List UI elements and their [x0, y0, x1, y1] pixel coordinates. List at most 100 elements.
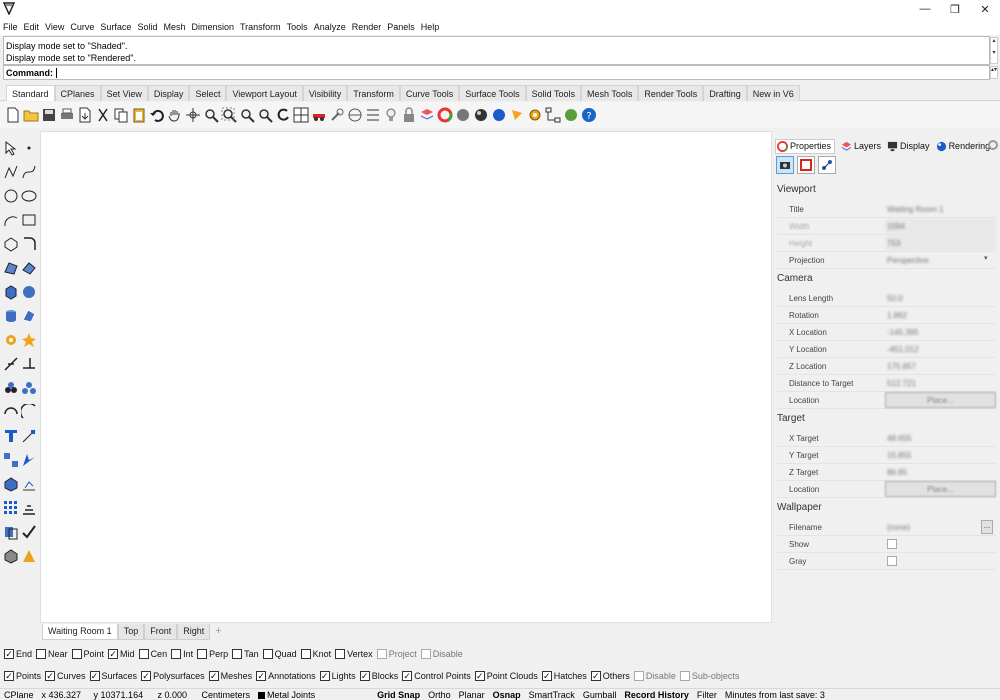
zoom-extents-icon[interactable]: [239, 107, 255, 123]
osnap-project[interactable]: Project: [376, 649, 417, 659]
prop-value-rotation[interactable]: 1.862: [885, 307, 996, 323]
gray-checkbox[interactable]: [887, 556, 897, 566]
filter-blocks[interactable]: ✓ Blocks: [359, 671, 398, 681]
array-icon[interactable]: [3, 452, 19, 468]
point-icon[interactable]: [21, 140, 37, 156]
tab-curve-tools[interactable]: Curve Tools: [399, 85, 460, 101]
osnap-checkbox[interactable]: [197, 649, 208, 659]
prop-row-y-location[interactable]: Y Location -451.012: [777, 341, 996, 358]
filter-point-clouds[interactable]: ✓ Point Clouds: [474, 671, 538, 681]
osnap-near[interactable]: Near: [36, 649, 68, 659]
fillet-curve-icon[interactable]: [21, 236, 37, 252]
osnap-checkbox[interactable]: [138, 649, 149, 659]
panel-tab-rendering[interactable]: Rendering: [936, 141, 990, 152]
prop-row-z-location[interactable]: Z Location 175.657: [777, 358, 996, 375]
prop-value-lens[interactable]: 50.0: [885, 290, 996, 306]
surface-icon[interactable]: [3, 260, 19, 276]
panel-tab-display[interactable]: Display: [887, 141, 930, 152]
show-checkbox[interactable]: [887, 539, 897, 549]
add-viewport-button[interactable]: +: [210, 624, 226, 640]
help-icon[interactable]: ?: [581, 107, 597, 123]
prop-value-z-location[interactable]: 175.657: [885, 358, 996, 374]
filter-checkbox[interactable]: ✓: [256, 671, 267, 681]
solid-edit-icon[interactable]: [3, 548, 19, 564]
menu-view[interactable]: View: [45, 22, 64, 32]
prop-value-filename[interactable]: (none): [885, 519, 981, 535]
ellipse-icon[interactable]: [21, 188, 37, 204]
prop-value-y-location[interactable]: -451.012: [885, 341, 996, 357]
new-file-icon[interactable]: [5, 107, 21, 123]
osnap-vertex[interactable]: Vertex: [335, 649, 373, 659]
osnap-perp[interactable]: Perp: [197, 649, 228, 659]
undo-icon[interactable]: [149, 107, 165, 123]
prop-value-distance[interactable]: 512.721: [885, 375, 996, 391]
gumball-toggle[interactable]: Gumball: [579, 690, 621, 700]
filter-checkbox[interactable]: ✓: [319, 671, 330, 681]
filter-surfaces[interactable]: ✓ Surfaces: [89, 671, 137, 681]
prop-row-gray[interactable]: Gray: [777, 553, 996, 570]
viewport[interactable]: [40, 131, 772, 623]
filter-others[interactable]: ✓ Others: [590, 671, 630, 681]
block-icon[interactable]: [21, 380, 37, 396]
car-icon[interactable]: [311, 107, 327, 123]
gear-settings-icon[interactable]: [527, 107, 543, 123]
copy-icon[interactable]: [113, 107, 129, 123]
prop-value-title[interactable]: Waiting Room 1: [885, 201, 996, 217]
wallpaper-properties-button[interactable]: [797, 156, 815, 174]
filter-annotations[interactable]: ✓ Annotations: [256, 671, 316, 681]
blue-sphere-icon[interactable]: [491, 107, 507, 123]
rotate-icon[interactable]: [3, 404, 19, 420]
curve-icon[interactable]: [21, 164, 37, 180]
status-layer[interactable]: Metal Joints: [254, 690, 319, 700]
osnap-point[interactable]: Point: [71, 649, 104, 659]
osnap-checkbox[interactable]: [232, 649, 243, 659]
panel-tab-properties[interactable]: Properties: [775, 138, 836, 154]
boolean-icon[interactable]: [3, 476, 19, 492]
menu-analyze[interactable]: Analyze: [314, 22, 346, 32]
tab-standard[interactable]: Standard: [6, 85, 55, 101]
align-icon[interactable]: [21, 500, 37, 516]
filter-checkbox[interactable]: [633, 671, 644, 681]
osnap-checkbox[interactable]: ✓: [4, 649, 14, 659]
tab-surface-tools[interactable]: Surface Tools: [459, 85, 526, 101]
lock-icon[interactable]: [401, 107, 417, 123]
gear-mesh-icon[interactable]: [3, 332, 19, 348]
menu-solid[interactable]: Solid: [137, 22, 157, 32]
prop-row-title[interactable]: Title Waiting Room 1: [777, 201, 996, 218]
planar-toggle[interactable]: Planar: [455, 690, 489, 700]
prop-value-z-target[interactable]: 86.85: [885, 464, 996, 480]
globe-icon[interactable]: [563, 107, 579, 123]
tab-viewport-layout[interactable]: Viewport Layout: [226, 85, 303, 101]
tab-solid-tools[interactable]: Solid Tools: [525, 85, 581, 101]
filter-checkbox[interactable]: ✓: [45, 671, 56, 681]
osnap-checkbox[interactable]: [300, 649, 311, 659]
prop-row-y-target[interactable]: Y Target 15.855: [777, 447, 996, 464]
import-icon[interactable]: [77, 107, 93, 123]
pan-hand-icon[interactable]: [167, 107, 183, 123]
filter-checkbox[interactable]: ✓: [89, 671, 100, 681]
osnap-mid[interactable]: ✓ Mid: [108, 649, 135, 659]
osnap-checkbox[interactable]: [262, 649, 273, 659]
osnap-checkbox[interactable]: ✓: [108, 649, 119, 659]
circle-icon[interactable]: [3, 188, 19, 204]
osnap-checkbox[interactable]: [171, 649, 182, 659]
filter-sub-objects[interactable]: Sub-objects: [679, 671, 739, 681]
hierarchy-icon[interactable]: [545, 107, 561, 123]
zoom-icon[interactable]: [203, 107, 219, 123]
filter-checkbox[interactable]: ✓: [541, 671, 552, 681]
cylinder-icon[interactable]: [3, 308, 19, 324]
prop-row-show[interactable]: Show: [777, 536, 996, 553]
layer-properties-icon[interactable]: [419, 107, 435, 123]
tab-set-view[interactable]: Set View: [100, 85, 148, 101]
copy-objects-icon[interactable]: [3, 524, 19, 540]
box-solid-icon[interactable]: [3, 284, 19, 300]
sphere-solid-icon[interactable]: [21, 284, 37, 300]
transform-icon[interactable]: [21, 452, 37, 468]
menu-file[interactable]: File: [3, 22, 18, 32]
tab-mesh-tools[interactable]: Mesh Tools: [580, 85, 639, 101]
browse-file-button[interactable]: ...: [981, 520, 993, 534]
menu-mesh[interactable]: Mesh: [163, 22, 185, 32]
panel-tab-layers[interactable]: Layers: [841, 141, 881, 152]
command-scrollbar[interactable]: ▴▾: [990, 66, 998, 79]
filter-hatches[interactable]: ✓ Hatches: [541, 671, 587, 681]
